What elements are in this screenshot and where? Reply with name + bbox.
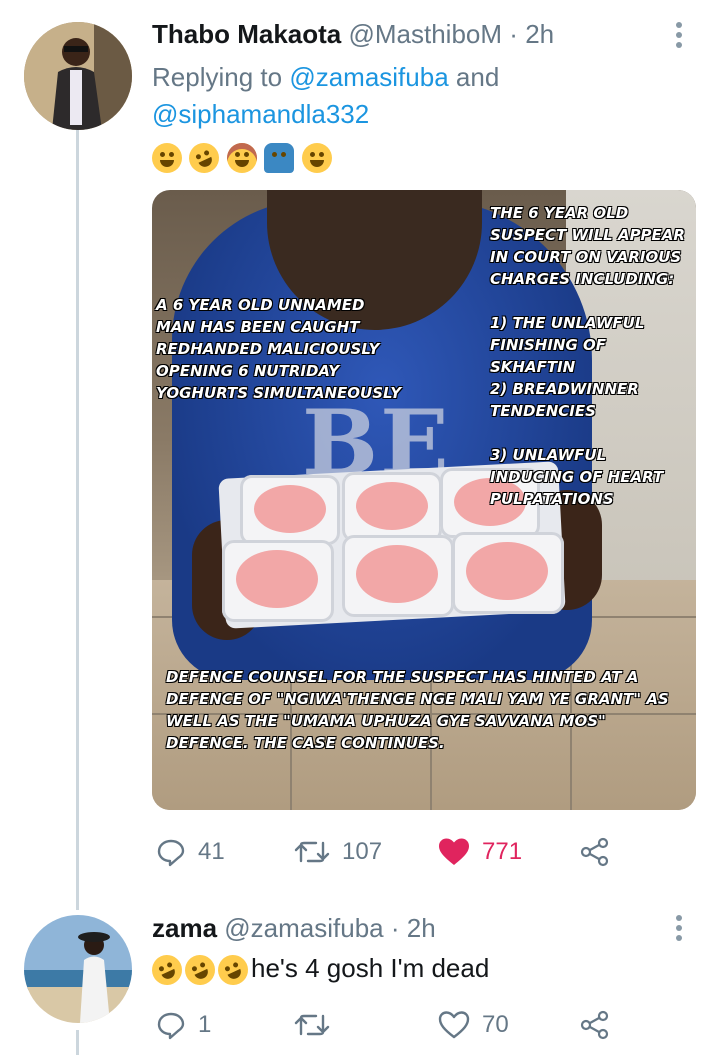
- timestamp[interactable]: 2h: [525, 19, 554, 49]
- face-with-tears-of-joy-icon: [152, 143, 182, 173]
- rolling-on-floor-laughing-icon: [147, 950, 187, 991]
- person-shrugging-icon: [264, 143, 295, 173]
- grinning-sweat-icon: [301, 143, 332, 173]
- retweet-icon: [294, 1014, 330, 1036]
- yoghurt-cup: [240, 475, 340, 545]
- rolling-on-floor-laughing-icon: [180, 950, 220, 991]
- person-facepalming-icon: [226, 143, 257, 173]
- reply-icon: [157, 839, 185, 867]
- thread-line: [76, 130, 79, 910]
- tweet-emojis: [152, 138, 335, 178]
- retweet-button[interactable]: 107: [294, 832, 382, 872]
- tweet-body: he's 4 gosh I'm dead: [251, 953, 490, 983]
- and-text: and: [448, 62, 500, 92]
- avatar-image: [24, 915, 132, 1023]
- heart-filled-icon: [439, 838, 469, 865]
- tweet-header: zama @zamasifuba · 2h: [152, 912, 436, 944]
- share-button[interactable]: [580, 832, 622, 872]
- reply-button[interactable]: 1: [156, 1005, 211, 1045]
- separator-dot: ·: [390, 913, 400, 943]
- user-handle[interactable]: @zamasifuba: [224, 913, 383, 943]
- caption-left: A 6 YEAR OLD UNNAMED MAN HAS BEEN CAUGHT…: [156, 296, 402, 402]
- more-options-icon[interactable]: [676, 915, 682, 945]
- replying-to: Replying to @zamasifuba and: [152, 60, 499, 94]
- separator-dot: ·: [509, 19, 518, 49]
- retweet-count: 107: [342, 838, 383, 865]
- share-button[interactable]: [580, 1005, 622, 1045]
- charge-1: 1) THE UNLAWFUL FINISHING OF SKHAFTIN: [490, 314, 645, 376]
- mention-link[interactable]: @zamasifuba: [289, 62, 448, 92]
- reply-count: 1: [198, 1011, 212, 1038]
- display-name[interactable]: Thabo Makaota: [152, 19, 341, 49]
- user-handle[interactable]: @MasthiboM: [348, 19, 502, 49]
- display-name[interactable]: zama: [152, 913, 217, 943]
- caption-top-right: THE 6 YEAR OLD SUSPECT WILL APPEAR IN CO…: [490, 204, 685, 288]
- mention-link[interactable]: @siphamandla332: [152, 99, 369, 129]
- reply-count: 41: [198, 838, 225, 865]
- yoghurt-cup: [342, 472, 442, 542]
- tweet-text: he's 4 gosh I'm dead: [147, 950, 490, 991]
- yoghurt-cup: [342, 535, 454, 617]
- heart-outline-icon: [438, 1011, 470, 1039]
- tweet-actions: 41 107 771: [152, 832, 622, 872]
- timestamp[interactable]: 2h: [407, 913, 436, 943]
- reply-icon: [157, 1012, 185, 1040]
- avatar-image: [24, 22, 132, 130]
- charge-3: 3) UNLAWFUL INDUCING OF HEART PULPATATIO…: [490, 446, 664, 508]
- charge-2: 2) BREADWINNER TENDENCIES: [490, 380, 639, 420]
- like-button[interactable]: 771: [438, 832, 522, 872]
- rolling-on-floor-laughing-icon: [213, 950, 253, 991]
- more-options-icon[interactable]: [676, 22, 682, 52]
- tweet-header: Thabo Makaota @MasthiboM · 2h: [152, 18, 554, 50]
- like-button[interactable]: 70: [438, 1005, 509, 1045]
- share-icon: [580, 1010, 609, 1040]
- replying-prefix: Replying to: [152, 62, 290, 92]
- rolling-on-floor-laughing-icon: [184, 138, 225, 178]
- retweet-icon: [294, 841, 330, 863]
- like-count: 771: [482, 838, 523, 865]
- caption-bottom: DEFENCE COUNSEL FOR THE SUSPECT HAS HINT…: [166, 668, 669, 752]
- tweet-actions: 1 70: [152, 1005, 622, 1045]
- replying-to-line2: @siphamandla332: [152, 97, 369, 131]
- tweet-image[interactable]: BE THE 6 YEAR OLD SUSPECT WILL APPEAR IN…: [152, 190, 696, 810]
- avatar-thabo[interactable]: [24, 22, 132, 130]
- avatar-zama[interactable]: [24, 915, 132, 1023]
- like-count: 70: [482, 1011, 509, 1038]
- reply-button[interactable]: 41: [156, 832, 225, 872]
- yoghurt-cup: [222, 540, 334, 622]
- retweet-button[interactable]: [294, 1005, 342, 1045]
- share-icon: [580, 837, 609, 867]
- yoghurt-cup: [452, 532, 564, 614]
- thread-line: [76, 1030, 79, 1055]
